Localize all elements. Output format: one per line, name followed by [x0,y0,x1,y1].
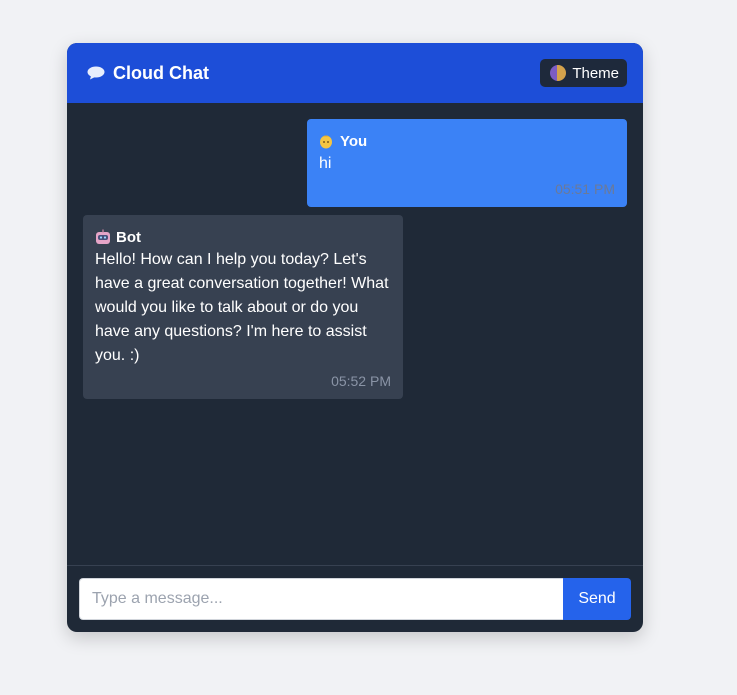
chat-header: Cloud Chat Theme [67,43,643,103]
message-input[interactable] [79,578,563,620]
app-title: Cloud Chat [113,62,209,83]
message-sender: Bot [95,227,391,247]
message-list[interactable]: You hi 05:51 PM Bot Hello! How can I hel… [67,103,643,565]
sender-name: You [340,132,368,150]
message-sender: You [319,131,615,151]
robot-emoji-icon [95,229,110,245]
user-emoji-icon [319,133,333,149]
chat-window: Cloud Chat Theme You hi 05:51 PM Bot Hel… [67,43,643,632]
message-text: hi [319,155,332,172]
theme-label: Theme [572,64,619,82]
send-button[interactable]: Send [563,578,631,620]
message-time: 05:52 PM [331,373,391,389]
message-bot: Bot Hello! How can I help you today? Let… [83,215,403,399]
sender-name: Bot [116,228,141,246]
message-text: Hello! How can I help you today? Let's h… [95,251,389,364]
message-user: You hi 05:51 PM [307,119,627,207]
brand: Cloud Chat [87,63,209,84]
message-time: 05:51 PM [555,181,615,197]
speech-bubble-icon [87,66,105,80]
composer: Send [67,565,643,632]
theme-toggle-button[interactable]: Theme [540,59,627,87]
theme-moon-icon [550,65,567,81]
